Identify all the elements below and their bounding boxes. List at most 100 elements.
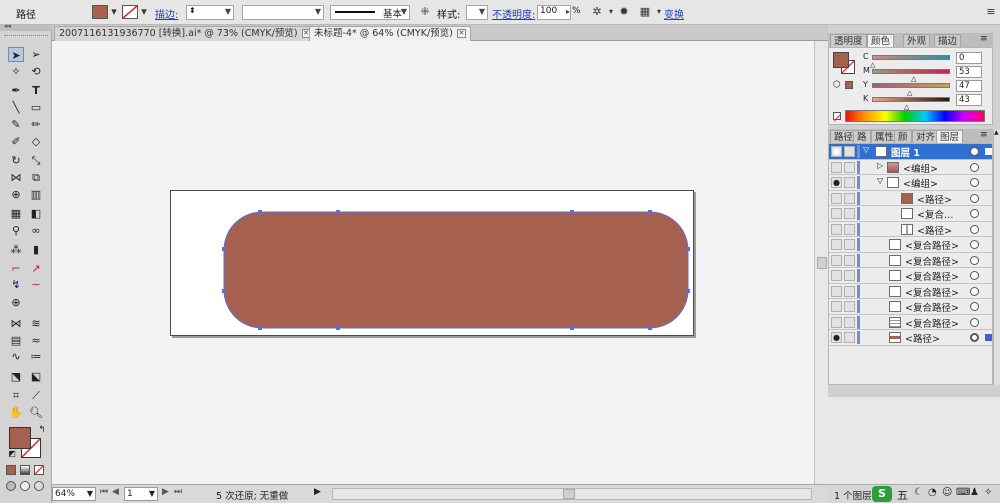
lock-toggle[interactable] bbox=[844, 332, 855, 343]
live-paint-selection-icon[interactable]: ⬕ bbox=[28, 369, 44, 384]
canvas[interactable] bbox=[52, 41, 814, 484]
shirt-icon[interactable]: ♟ bbox=[970, 487, 979, 498]
eye-icon[interactable]: ● bbox=[831, 332, 842, 343]
column-graph-tool-icon[interactable]: ▮ bbox=[28, 242, 44, 257]
draw-normal-icon[interactable] bbox=[6, 481, 16, 491]
eye-icon[interactable] bbox=[831, 270, 842, 281]
eye-icon[interactable]: ● bbox=[831, 177, 842, 188]
align-grid-icon[interactable]: ▦ bbox=[638, 5, 652, 19]
black-input[interactable]: 43 bbox=[956, 94, 982, 106]
hand-tool-icon[interactable]: ✋ bbox=[8, 405, 24, 420]
stroke-dropdown-icon[interactable]: ▾ bbox=[137, 5, 151, 19]
color-mode-icon[interactable] bbox=[6, 465, 16, 475]
lock-toggle[interactable] bbox=[844, 192, 855, 204]
default-fill-stroke-icon[interactable]: ◩ bbox=[4, 446, 20, 461]
wrench-icon[interactable]: ✧ bbox=[984, 487, 992, 498]
zoom-dropdown[interactable]: 64% ▼ bbox=[52, 487, 96, 501]
knife-tool-icon[interactable]: ⟋ bbox=[28, 388, 44, 403]
none-swatch[interactable] bbox=[833, 112, 841, 122]
crosshair-tool-icon[interactable]: ⊕ bbox=[8, 295, 24, 310]
artboard-number-dropdown[interactable]: 1 ▼ bbox=[124, 487, 158, 501]
selection-indicator[interactable] bbox=[985, 334, 992, 341]
variable-width-profile-dropdown[interactable]: ▼ bbox=[242, 5, 324, 20]
free-transform-tool-icon[interactable]: ⧉ bbox=[28, 170, 44, 185]
recolor-artwork-icon[interactable]: ✲ bbox=[590, 5, 604, 19]
layer-row[interactable]: <复合路径> bbox=[829, 314, 992, 330]
opacity-input[interactable]: 100 ▸ bbox=[537, 5, 571, 20]
ime-logo-icon[interactable]: S bbox=[872, 486, 892, 502]
keyboard-icon[interactable]: ⌨ bbox=[956, 487, 970, 498]
list-tool-icon[interactable]: ≔ bbox=[28, 349, 44, 364]
gamut-swatch[interactable] bbox=[845, 81, 853, 89]
slider-thumb-icon[interactable]: △ bbox=[911, 75, 916, 83]
black-slider[interactable] bbox=[872, 97, 950, 102]
eyedropper-tool-icon[interactable]: ⚲ bbox=[8, 223, 24, 238]
graphic-style-dropdown[interactable]: ▼ bbox=[466, 5, 488, 20]
magenta-slider[interactable] bbox=[872, 69, 950, 74]
eye-icon[interactable] bbox=[831, 239, 842, 250]
target-icon[interactable] bbox=[970, 255, 979, 265]
none-mode-icon[interactable] bbox=[34, 465, 44, 475]
chevron-down-icon[interactable]: ▽ bbox=[877, 176, 883, 185]
line-tool-icon[interactable]: ╲ bbox=[8, 100, 24, 115]
pen-tool-icon[interactable]: ✒ bbox=[8, 83, 24, 98]
stroke-color-swatch[interactable] bbox=[122, 5, 138, 19]
lock-toggle[interactable] bbox=[844, 161, 855, 173]
magic-wand-tool-icon[interactable]: ✧ bbox=[8, 64, 24, 79]
panel-menu-icon[interactable]: ≡ bbox=[984, 5, 998, 19]
target-icon[interactable] bbox=[970, 224, 979, 234]
horizontal-scrollbar[interactable] bbox=[332, 488, 812, 500]
width-tool-icon[interactable]: ⋈ bbox=[8, 170, 24, 185]
twirl-tool-icon[interactable]: ∼ bbox=[28, 277, 44, 292]
wave-tool-icon[interactable]: ≋ bbox=[28, 316, 44, 331]
target-icon[interactable] bbox=[970, 286, 979, 296]
gradient-mode-icon[interactable] bbox=[20, 465, 30, 475]
tab-appearance[interactable]: 外观 bbox=[903, 34, 931, 47]
stroke-weight-dropdown[interactable]: ⬍ ▼ bbox=[186, 5, 234, 20]
status-menu-icon[interactable]: ▶ bbox=[314, 487, 321, 497]
out-of-gamut-icon[interactable]: ⬡ bbox=[833, 80, 841, 90]
lock-toggle[interactable] bbox=[844, 223, 855, 235]
color-spectrum-bar[interactable] bbox=[845, 110, 985, 122]
layer-row[interactable]: <复合路径> bbox=[829, 252, 992, 268]
scroll-thumb[interactable] bbox=[563, 489, 575, 499]
layer-row[interactable]: ● ▽ <编组> bbox=[829, 175, 992, 191]
eraser-tool-icon[interactable]: ◇ bbox=[28, 134, 44, 149]
gradient-tool-icon[interactable]: ◧ bbox=[28, 206, 44, 221]
stepper-icon[interactable]: ⬍ bbox=[189, 6, 196, 15]
draw-behind-icon[interactable] bbox=[20, 481, 30, 491]
layer-row[interactable]: ● ▽ 图层 1 bbox=[829, 144, 992, 160]
eye-icon[interactable] bbox=[831, 161, 842, 173]
layer-row[interactable]: <复合路径> bbox=[829, 283, 992, 299]
target-icon[interactable] bbox=[970, 240, 979, 249]
target-icon[interactable] bbox=[970, 162, 979, 172]
tab-path[interactable]: 路 bbox=[853, 130, 871, 143]
live-paint-tool-icon[interactable]: ⬔ bbox=[8, 369, 24, 384]
chevron-down-icon[interactable]: ▾ bbox=[604, 5, 618, 19]
symbol-sprayer-tool-icon[interactable]: ⁂ bbox=[8, 242, 24, 257]
lock-toggle[interactable] bbox=[844, 301, 855, 312]
lock-toggle[interactable] bbox=[844, 285, 855, 297]
slice-tool-icon[interactable]: ↗ bbox=[28, 261, 44, 276]
blob-brush-tool-icon[interactable]: ✐ bbox=[8, 134, 24, 149]
eye-icon[interactable] bbox=[831, 316, 842, 328]
color-fill-swatch-front[interactable] bbox=[833, 52, 849, 68]
document-tab-2[interactable]: 未标题-4* @ 64% (CMYK/预览) ✕ bbox=[309, 26, 471, 41]
lock-toggle[interactable] bbox=[844, 270, 855, 281]
opacity-panel-link[interactable]: 不透明度: bbox=[492, 6, 535, 21]
chart-tool-icon[interactable]: ▤ bbox=[8, 333, 24, 348]
target-icon[interactable] bbox=[970, 193, 979, 203]
transform-panel-link[interactable]: 变换 bbox=[664, 6, 684, 21]
scale-tool-icon[interactable]: ⤡ bbox=[28, 153, 44, 168]
panel-menu-icon[interactable]: ≡ bbox=[980, 130, 988, 140]
eye-icon[interactable]: ● bbox=[831, 146, 842, 157]
tab-align[interactable]: 对齐 bbox=[912, 130, 940, 143]
lock-toggle[interactable] bbox=[844, 316, 855, 328]
gear-icon[interactable]: ✹ bbox=[617, 5, 631, 19]
layer-row[interactable]: <复合… bbox=[829, 206, 992, 222]
target-icon[interactable] bbox=[970, 317, 979, 327]
slider-thumb-icon[interactable]: △ bbox=[907, 89, 912, 97]
rounded-rectangle-path[interactable] bbox=[223, 211, 689, 329]
draw-inside-icon[interactable] bbox=[34, 481, 44, 491]
type-tool-icon[interactable]: T bbox=[28, 83, 44, 98]
